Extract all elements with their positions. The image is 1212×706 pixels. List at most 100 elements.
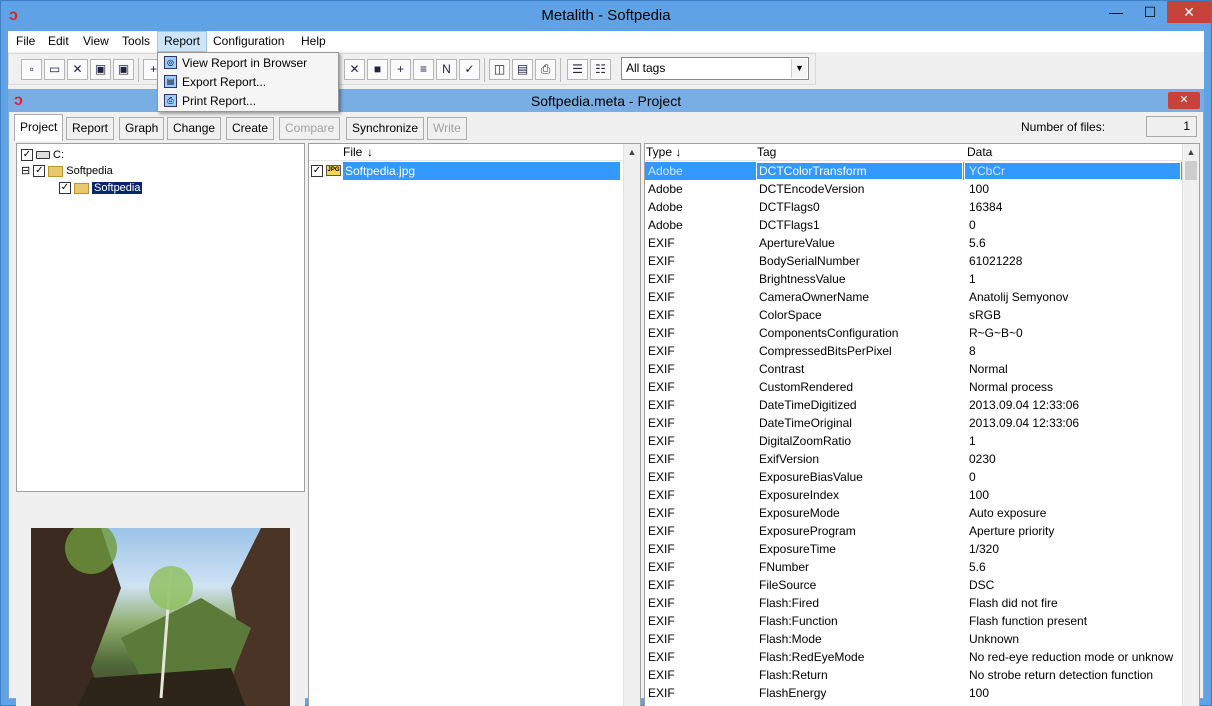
checkbox-checked-icon[interactable]: ✓ <box>21 149 33 162</box>
tags-scrollbar[interactable]: ▲ ▼ <box>1182 144 1199 706</box>
table-row[interactable]: EXIF BodySerialNumber 61021228 <box>645 252 1182 270</box>
table-row[interactable]: EXIF ExposureProgram Aperture priority <box>645 522 1182 540</box>
list-view-icon[interactable]: ☰ <box>567 59 588 80</box>
checkbox-checked-icon[interactable]: ✓ <box>33 165 46 178</box>
chevron-down-icon[interactable]: ▼ <box>791 59 807 78</box>
apply-icon[interactable]: ✓ <box>459 59 480 80</box>
data-cell: 1 <box>969 434 976 448</box>
client-area: File Edit View Tools Report Configuratio… <box>8 31 1204 706</box>
scroll-thumb[interactable] <box>1185 161 1197 180</box>
detail-view-icon[interactable]: ☷ <box>590 59 611 80</box>
delete-tag-icon[interactable]: ✕ <box>344 59 365 80</box>
file-row[interactable]: ✓ JPG Softpedia.jpg <box>309 162 621 180</box>
browser-view-icon[interactable]: ◫ <box>489 59 510 80</box>
table-row[interactable]: EXIF Flash:Mode Unknown <box>645 630 1182 648</box>
table-row[interactable]: EXIF ComponentsConfiguration R~G~B~0 <box>645 324 1182 342</box>
table-row[interactable]: EXIF BrightnessValue 1 <box>645 270 1182 288</box>
insert-row-icon[interactable]: ≡ <box>413 59 434 80</box>
tab-change[interactable]: Change <box>167 117 222 140</box>
tab-project[interactable]: Project <box>14 114 64 141</box>
type-cell: EXIF <box>648 272 675 286</box>
checkbox-checked-icon[interactable]: ✓ <box>311 165 323 177</box>
checkbox-checked-icon[interactable]: ✓ <box>59 182 71 195</box>
project-close-button[interactable]: ✕ <box>1168 92 1200 109</box>
open-folder-icon[interactable]: ▭ <box>44 59 65 80</box>
table-row[interactable]: EXIF ExposureMode Auto exposure <box>645 504 1182 522</box>
stop-icon[interactable]: ■ <box>367 59 388 80</box>
table-row[interactable]: Adobe DCTColorTransform YCbCr <box>645 162 1182 180</box>
table-row[interactable]: EXIF DateTimeOriginal 2013.09.04 12:33:06 <box>645 414 1182 432</box>
menu-help[interactable]: Help <box>295 31 332 52</box>
table-row[interactable]: EXIF CameraOwnerName Anatolij Semyonov <box>645 288 1182 306</box>
menu-edit[interactable]: Edit <box>42 31 75 52</box>
table-row[interactable]: EXIF ExifVersion 0230 <box>645 450 1182 468</box>
data-cell: Normal process <box>969 380 1054 394</box>
table-row[interactable]: EXIF DateTimeDigitized 2013.09.04 12:33:06 <box>645 396 1182 414</box>
menu-file[interactable]: File <box>10 31 41 52</box>
table-row[interactable]: Adobe DCTEncodeVersion 100 <box>645 180 1182 198</box>
tree-item-folder[interactable]: ⊟ ✓ Softpedia <box>21 163 113 179</box>
toolbar-separator <box>138 58 139 82</box>
tab-write[interactable]: Write <box>427 117 467 140</box>
menu-report[interactable]: Report <box>157 31 208 52</box>
add-row-icon[interactable]: + <box>390 59 411 80</box>
print-icon[interactable]: ⎙ <box>535 59 556 80</box>
data-cell: Aperture priority <box>969 524 1055 538</box>
new-tag-icon[interactable]: N <box>436 59 457 80</box>
tab-graph[interactable]: Graph <box>119 117 165 140</box>
table-row[interactable]: EXIF FileSource DSC <box>645 576 1182 594</box>
tab-create[interactable]: Create <box>226 117 275 140</box>
tree-item-drive[interactable]: ✓ C: <box>21 147 64 163</box>
maximize-button[interactable]: ☐ <box>1133 1 1167 23</box>
table-row[interactable]: EXIF CustomRendered Normal process <box>645 378 1182 396</box>
table-row[interactable]: EXIF ColorSpace sRGB <box>645 306 1182 324</box>
table-row[interactable]: EXIF ExposureBiasValue 0 <box>645 468 1182 486</box>
save-as-icon[interactable]: ▣ <box>113 59 134 80</box>
table-row[interactable]: EXIF ExposureTime 1/320 <box>645 540 1182 558</box>
close-file-icon[interactable]: ✕ <box>67 59 88 80</box>
table-row[interactable]: EXIF FlashEnergy 100 <box>645 684 1182 702</box>
save-icon[interactable]: ▣ <box>90 59 111 80</box>
table-row[interactable]: EXIF Flash:Fired Flash did not fire <box>645 594 1182 612</box>
table-row[interactable]: Adobe DCTFlags0 16384 <box>645 198 1182 216</box>
menu-tools[interactable]: Tools <box>116 31 156 52</box>
menu-view[interactable]: View <box>77 31 115 52</box>
export-icon[interactable]: ▤ <box>512 59 533 80</box>
data-column-header[interactable]: Data <box>967 144 992 161</box>
menu-item-print-report[interactable]: ⎙ Print Report... <box>160 92 336 110</box>
close-button[interactable]: ✕ <box>1167 1 1211 23</box>
scroll-up-icon[interactable]: ▲ <box>1183 144 1199 160</box>
type-cell: EXIF <box>648 416 675 430</box>
tab-compare[interactable]: Compare <box>279 117 341 140</box>
scroll-up-icon[interactable]: ▲ <box>624 144 640 160</box>
tab-report[interactable]: Report <box>66 117 115 140</box>
type-cell: EXIF <box>648 236 675 250</box>
collapse-icon[interactable]: ⊟ <box>21 165 30 177</box>
table-row[interactable]: EXIF CompressedBitsPerPixel 8 <box>645 342 1182 360</box>
table-row[interactable]: EXIF ExposureIndex 100 <box>645 486 1182 504</box>
table-row[interactable]: EXIF DigitalZoomRatio 1 <box>645 432 1182 450</box>
table-row[interactable]: Adobe DCTFlags1 0 <box>645 216 1182 234</box>
file-list-scrollbar[interactable]: ▲ ▼ <box>623 144 640 706</box>
tag-filter-value: All tags <box>626 61 666 75</box>
menu-configuration[interactable]: Configuration <box>207 31 290 52</box>
table-row[interactable]: EXIF ApertureValue 5.6 <box>645 234 1182 252</box>
menu-item-view-report[interactable]: ◎ View Report in Browser <box>160 54 336 72</box>
menu-item-export-report[interactable]: ▤ Export Report... <box>160 73 336 91</box>
minimize-button[interactable]: — <box>1099 1 1133 23</box>
file-column-header[interactable]: File ↓ <box>309 144 624 161</box>
table-row[interactable]: EXIF Flash:RedEyeMode No red-eye reduction… <box>645 648 1182 666</box>
new-file-icon[interactable]: ▫ <box>21 59 42 80</box>
title-bar[interactable]: ↄ Metalith - Softpedia — ☐ ✕ <box>1 1 1211 31</box>
type-column-header[interactable]: Type ↓ <box>646 144 681 161</box>
tag-filter-select[interactable]: All tags ▼ <box>621 57 809 80</box>
table-row[interactable]: EXIF Flash:Function Flash function present <box>645 612 1182 630</box>
tab-synchronize[interactable]: Synchronize <box>346 117 425 140</box>
table-row[interactable]: EXIF Contrast Normal <box>645 360 1182 378</box>
table-row[interactable]: EXIF FNumber 5.6 <box>645 558 1182 576</box>
table-row[interactable]: EXIF Flash:Return No strobe return detecti… <box>645 666 1182 684</box>
tag-cell: DateTimeOriginal <box>759 416 852 430</box>
tag-column-header[interactable]: Tag <box>757 144 776 161</box>
tag-cell: DigitalZoomRatio <box>759 434 852 448</box>
tree-item-subfolder[interactable]: ✓ Softpedia <box>59 180 143 196</box>
